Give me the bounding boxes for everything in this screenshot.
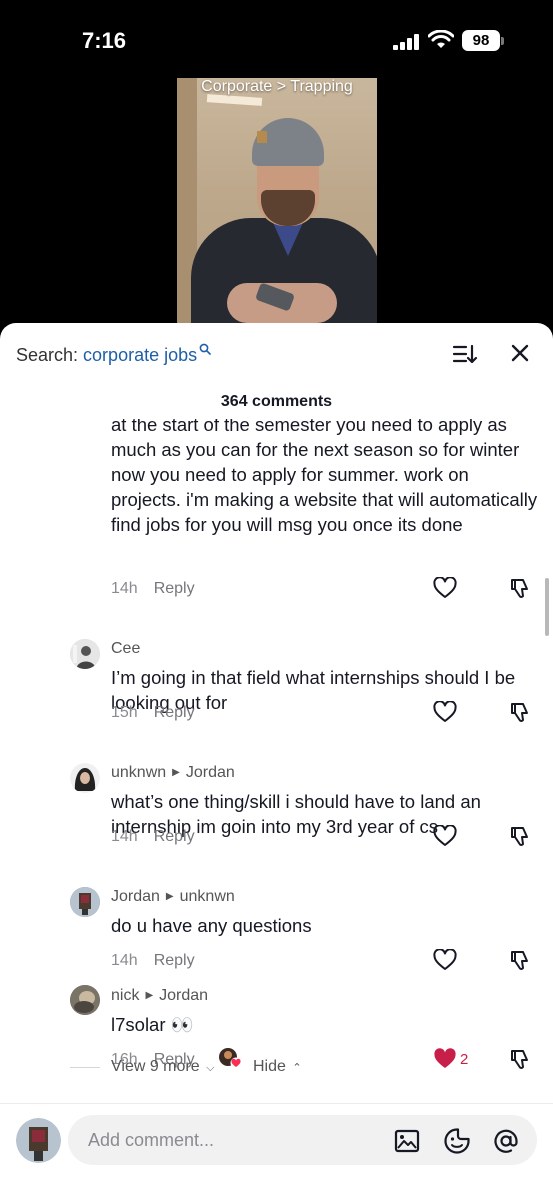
- view-more-button[interactable]: View 9 more ⌵: [111, 1058, 214, 1076]
- reply-button[interactable]: Reply: [154, 828, 195, 845]
- avatar[interactable]: [70, 887, 100, 917]
- comment-time: 14h: [111, 828, 138, 845]
- comment-username[interactable]: Jordan ▶ unknwn: [111, 888, 235, 906]
- battery-indicator: 98: [462, 30, 500, 51]
- heart-icon[interactable]: [433, 949, 457, 971]
- comment-time: 14h: [111, 580, 138, 597]
- search-icon: [199, 343, 211, 355]
- video-caption: Corporate > Trapping: [201, 78, 353, 95]
- comment-input-wrapper[interactable]: [68, 1115, 537, 1165]
- chevron-up-icon: ⌃: [292, 1062, 302, 1074]
- comment-text: l7solar 👀: [111, 1014, 194, 1035]
- hide-button[interactable]: Hide ⌃: [253, 1058, 302, 1076]
- photo-icon[interactable]: [394, 1128, 420, 1154]
- scrollbar[interactable]: [545, 578, 549, 636]
- search-suggestion[interactable]: Search: corporate jobs: [16, 343, 211, 366]
- heart-icon[interactable]: [433, 825, 457, 847]
- thread-divider: [70, 1067, 100, 1068]
- search-keyword[interactable]: corporate jobs: [83, 345, 197, 365]
- chevron-down-icon: ⌵: [206, 1062, 215, 1074]
- dislike-icon[interactable]: [509, 577, 531, 599]
- comment-username[interactable]: Cee: [111, 640, 140, 658]
- reply-button[interactable]: Reply: [154, 704, 195, 721]
- my-avatar[interactable]: [16, 1118, 61, 1163]
- view-more-label: View 9 more: [111, 1058, 200, 1075]
- comment-time: 14h: [111, 952, 138, 969]
- avatar[interactable]: [70, 763, 100, 793]
- reply-arrow-icon: ▶: [172, 767, 180, 778]
- status-bar: 7:16 98: [0, 0, 553, 78]
- video-beanie-patch: [257, 131, 267, 143]
- avatar[interactable]: [70, 639, 100, 669]
- emoji-icon[interactable]: [443, 1127, 471, 1155]
- heart-icon[interactable]: [433, 577, 457, 599]
- username[interactable]: nick: [111, 987, 139, 1004]
- username[interactable]: Jordan: [111, 888, 160, 905]
- reply-arrow-icon: ▶: [165, 891, 174, 902]
- reply-to-username[interactable]: Jordan: [186, 764, 235, 781]
- reply-arrow-icon: ▶: [145, 990, 154, 1001]
- dislike-icon[interactable]: [509, 1048, 531, 1070]
- reply-to-username[interactable]: unknwn: [180, 888, 235, 905]
- username[interactable]: unknwn: [111, 764, 166, 781]
- heart-icon[interactable]: [433, 1048, 457, 1070]
- comment-meta: 14h Reply: [111, 580, 195, 598]
- reply-button[interactable]: Reply: [154, 580, 195, 597]
- close-icon[interactable]: [508, 341, 532, 365]
- comments-sheet: Search: corporate jobs 364 comments at t…: [0, 323, 553, 1200]
- heart-icon[interactable]: [433, 701, 457, 723]
- comment-text: do u have any questions: [111, 915, 312, 936]
- search-prefix: Search:: [16, 345, 84, 365]
- dislike-icon[interactable]: [509, 825, 531, 847]
- hide-label: Hide: [253, 1058, 286, 1075]
- comment-meta: 14h Reply: [111, 828, 195, 846]
- sort-icon[interactable]: [452, 343, 478, 367]
- wifi-icon: [428, 30, 454, 48]
- comment-meta: 15h Reply: [111, 704, 195, 722]
- avatar[interactable]: [70, 985, 100, 1015]
- at-icon[interactable]: [492, 1127, 520, 1155]
- comment-input-bar: [0, 1103, 553, 1200]
- comment-text: at the start of the semester you need to…: [111, 419, 538, 535]
- reply-button[interactable]: Reply: [154, 952, 195, 969]
- comments-list[interactable]: at the start of the semester you need to…: [0, 419, 553, 1103]
- video-player[interactable]: Corporate > Trapping: [177, 78, 377, 328]
- battery-tip: [501, 37, 504, 45]
- comment-time: 15h: [111, 704, 138, 721]
- comments-count: 364 comments: [220, 393, 333, 410]
- comment-username[interactable]: nick ▶ Jordan: [111, 987, 208, 1005]
- comment-username[interactable]: unknwn ▶ Jordan: [111, 764, 235, 782]
- status-time: 7:16: [82, 28, 127, 53]
- creator-liked-avatar: [219, 1048, 242, 1069]
- dislike-icon[interactable]: [509, 701, 531, 723]
- comment-meta: 14h Reply: [111, 952, 195, 970]
- signal-icon: [393, 34, 419, 50]
- reply-to-username[interactable]: Jordan: [159, 987, 208, 1004]
- username[interactable]: Cee: [111, 640, 140, 657]
- like-count: 2: [460, 1051, 469, 1068]
- add-comment-input[interactable]: [88, 1127, 378, 1153]
- dislike-icon[interactable]: [509, 949, 531, 971]
